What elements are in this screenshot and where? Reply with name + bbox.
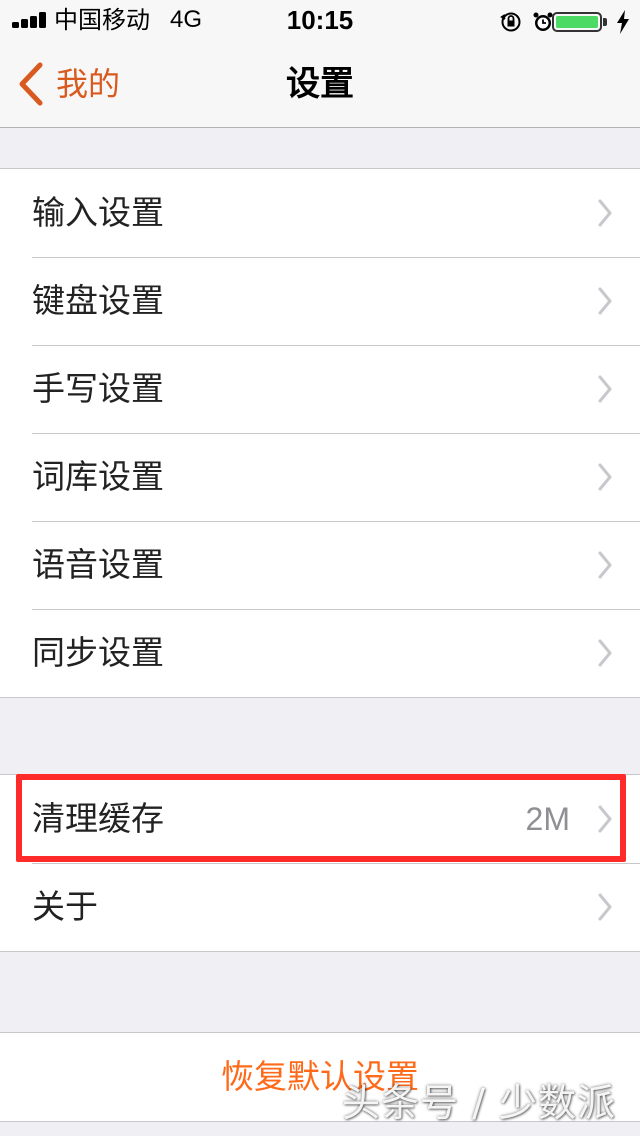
chevron-right-icon (598, 893, 612, 921)
status-icons (482, 6, 632, 34)
settings-row-input[interactable]: 输入设置 (0, 169, 640, 257)
chevron-right-icon (598, 463, 612, 491)
row-label: 同步设置 (32, 633, 164, 672)
settings-list: 输入设置 键盘设置 手写设置 词库设置 语音设置 同步设置 (0, 168, 640, 698)
row-label: 清理缓存 (32, 799, 164, 838)
settings-row-handwriting[interactable]: 手写设置 (0, 345, 640, 433)
storage-list: 清理缓存 2M 关于 (0, 774, 640, 952)
battery-icon (552, 12, 607, 32)
row-label: 关于 (32, 887, 98, 926)
battery-fill (556, 16, 598, 28)
navigation-bar: 我的 设置 (0, 40, 640, 128)
row-label: 手写设置 (32, 369, 164, 408)
row-label: 语音设置 (32, 545, 164, 584)
alarm-icon (533, 12, 553, 31)
charging-icon (617, 10, 629, 34)
settings-row-clear-cache[interactable]: 清理缓存 2M (0, 775, 640, 863)
settings-row-sync[interactable]: 同步设置 (0, 609, 640, 697)
chevron-right-icon (598, 639, 612, 667)
chevron-right-icon (598, 375, 612, 403)
row-label: 键盘设置 (32, 281, 164, 320)
chevron-right-icon (598, 551, 612, 579)
page-title: 设置 (286, 64, 354, 104)
settings-row-keyboard[interactable]: 键盘设置 (0, 257, 640, 345)
row-label: 输入设置 (32, 193, 164, 232)
orientation-lock-icon (500, 12, 521, 32)
watermark: 头条号 / 少数派 (342, 1081, 616, 1125)
settings-row-dictionary[interactable]: 词库设置 (0, 433, 640, 521)
settings-row-voice[interactable]: 语音设置 (0, 521, 640, 609)
chevron-right-icon (598, 287, 612, 315)
settings-row-about[interactable]: 关于 (0, 863, 640, 951)
status-bar: 中国移动 4G 10:15 (0, 0, 640, 40)
chevron-right-icon (598, 199, 612, 227)
row-label: 词库设置 (32, 457, 164, 496)
chevron-right-icon (598, 805, 612, 833)
cache-size-value: 2M (525, 801, 570, 837)
